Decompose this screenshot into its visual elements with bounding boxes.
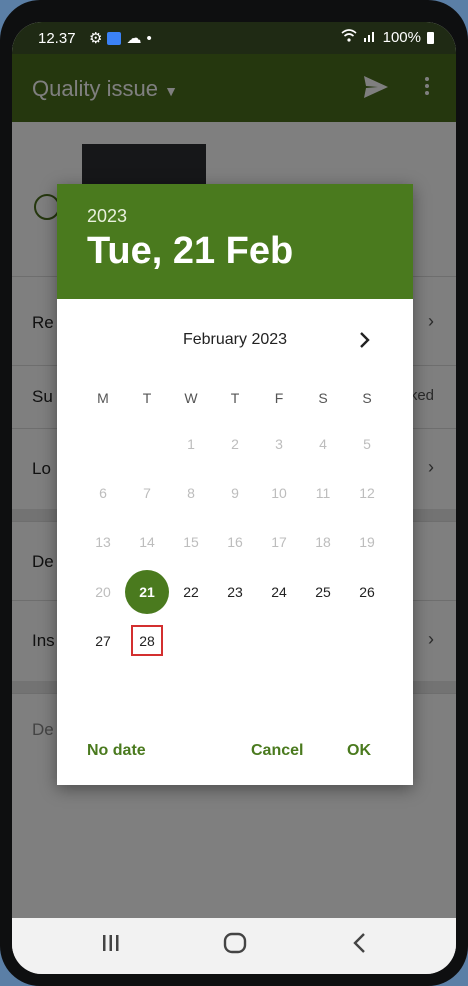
wifi-icon [341,29,357,46]
highlight-box [131,625,163,656]
status-time: 12.37 [38,30,76,47]
calendar-day: 11 [315,485,331,501]
calendar-day[interactable]: 24 [257,570,301,614]
calendar-day: 19 [359,534,375,550]
ok-button[interactable]: OK [347,742,371,760]
calendar-day: 10 [271,485,287,501]
calendar-day: 2 [231,436,239,452]
back-icon[interactable] [352,932,368,959]
next-month-icon[interactable] [359,331,371,354]
calendar-day: 18 [315,534,331,550]
signal-icon [363,29,377,46]
calendar-day[interactable]: 21 [125,570,169,614]
weekday-label: T [142,390,152,406]
calendar-day: 15 [183,534,199,550]
calendar-day: 9 [231,485,239,501]
battery-icon [427,31,434,44]
weekday-label: S [318,390,328,406]
status-bar: 12.37 ⚙ ☁ • 100% [12,22,456,54]
calendar-day[interactable]: 25 [301,570,345,614]
calendar-day: 6 [99,485,107,501]
phone-frame: 12.37 ⚙ ☁ • 100% Quality issue ▼ [0,0,468,986]
calendar-day[interactable]: 27 [81,619,125,663]
calendar-day[interactable]: 26 [345,570,389,614]
weekday-label: T [230,390,240,406]
header-year[interactable]: 2023 [87,206,127,227]
navigation-bar [12,918,456,974]
date-picker-dialog: 2023 Tue, 21 Feb February 2023 MTWTFSS 1… [57,184,413,785]
calendar-day: 4 [319,436,327,452]
calendar-day: 8 [187,485,195,501]
battery-level: 100% [382,29,421,46]
calendar-day[interactable]: 22 [169,570,213,614]
calendar-day: 16 [227,534,243,550]
home-icon[interactable] [223,932,247,959]
header-selected-date: Tue, 21 Feb [87,230,294,272]
cancel-button[interactable]: Cancel [251,742,303,760]
calendar-day: 7 [143,485,151,501]
status-icons-right: 100% [341,29,434,46]
dot-icon: • [146,29,152,47]
calendar-day: 20 [95,584,111,600]
calendar-day[interactable]: 23 [213,570,257,614]
calendar-day: 17 [271,534,287,550]
calendar-day: 5 [363,436,371,452]
no-date-button[interactable]: No date [87,742,146,760]
calendar-day: 3 [275,436,283,452]
status-icons-left: ⚙ ☁ • [89,29,152,48]
weekday-label: S [362,390,372,406]
date-picker-header: 2023 Tue, 21 Feb [57,184,413,299]
app-notification-icon [107,31,122,45]
cloud-icon: ☁ [126,30,142,47]
calendar-day: 13 [95,534,111,550]
calendar-day: 12 [359,485,375,501]
calendar-day: 1 [187,436,195,452]
weekday-label: F [274,390,284,406]
recent-apps-icon[interactable] [100,932,122,959]
weekday-label: W [184,390,198,406]
settings-icon: ⚙ [89,30,103,47]
weekday-label: M [97,390,109,406]
screen: 12.37 ⚙ ☁ • 100% Quality issue ▼ [12,22,456,974]
calendar-day: 14 [139,534,155,550]
